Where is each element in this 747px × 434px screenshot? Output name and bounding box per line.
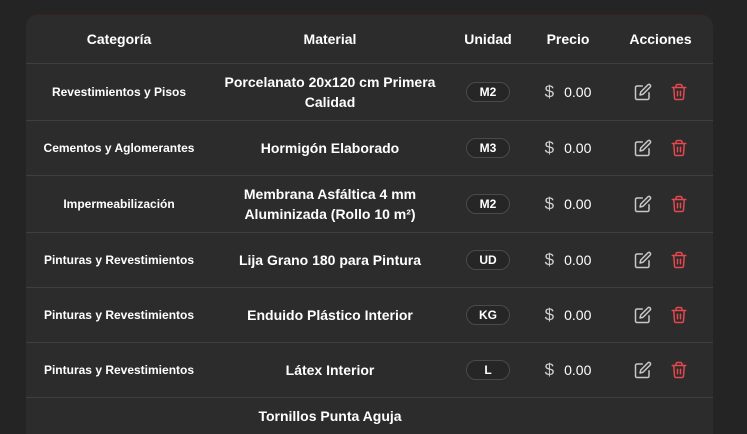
row-material: Látex Interior: [212, 343, 448, 398]
materials-table-card: Categoría Material Unidad Precio Accione…: [26, 14, 713, 434]
row-material: Hormigón Elaborado: [212, 121, 448, 176]
table-row: Revestimientos y Pisos Porcelanato 20x12…: [26, 64, 713, 121]
currency-symbol: $: [545, 194, 554, 213]
unit-badge: KG: [466, 305, 510, 325]
currency-symbol: $: [545, 138, 554, 157]
row-price: 0.00: [564, 84, 591, 100]
row-price: 0.00: [564, 140, 591, 156]
trash-icon[interactable]: [670, 83, 688, 101]
trash-icon[interactable]: [670, 139, 688, 157]
unit-badge: M2: [466, 82, 510, 102]
row-category: [26, 398, 212, 434]
row-category: Cementos y Aglomerantes: [26, 121, 212, 176]
header-price: Precio: [528, 14, 608, 64]
row-material: Enduido Plástico Interior: [212, 288, 448, 343]
row-category: Pinturas y Revestimientos: [26, 233, 212, 288]
header-category: Categoría: [26, 14, 212, 64]
row-category: Pinturas y Revestimientos: [26, 288, 212, 343]
trash-icon[interactable]: [670, 361, 688, 379]
currency-symbol: $: [545, 360, 554, 379]
edit-icon[interactable]: [634, 251, 652, 269]
row-category: Revestimientos y Pisos: [26, 64, 212, 121]
currency-symbol: $: [545, 82, 554, 101]
currency-symbol: $: [545, 250, 554, 269]
table-row: Pinturas y Revestimientos Lija Grano 180…: [26, 233, 713, 288]
row-category: Impermeabilización: [26, 176, 212, 233]
trash-icon[interactable]: [670, 306, 688, 324]
row-price: 0.00: [564, 196, 591, 212]
edit-icon[interactable]: [634, 139, 652, 157]
row-price: 0.00: [564, 362, 591, 378]
edit-icon[interactable]: [634, 195, 652, 213]
row-material: Membrana Asfáltica 4 mm Aluminizada (Rol…: [212, 176, 448, 233]
header-actions: Acciones: [608, 14, 713, 64]
materials-table: Categoría Material Unidad Precio Accione…: [26, 14, 713, 434]
table-header-row: Categoría Material Unidad Precio Accione…: [26, 14, 713, 64]
table-row: Impermeabilización Membrana Asfáltica 4 …: [26, 176, 713, 233]
row-material: Lija Grano 180 para Pintura: [212, 233, 448, 288]
trash-icon[interactable]: [670, 195, 688, 213]
table-row: Pinturas y Revestimientos Enduido Plásti…: [26, 288, 713, 343]
edit-icon[interactable]: [634, 83, 652, 101]
unit-badge: M2: [466, 194, 510, 214]
currency-symbol: $: [545, 305, 554, 324]
unit-badge: UD: [466, 250, 510, 270]
header-material: Material: [212, 14, 448, 64]
unit-badge: L: [466, 360, 510, 380]
table-row: Pinturas y Revestimientos Látex Interior…: [26, 343, 713, 398]
row-price: 0.00: [564, 307, 591, 323]
edit-icon[interactable]: [634, 306, 652, 324]
trash-icon[interactable]: [670, 251, 688, 269]
row-price: 0.00: [564, 252, 591, 268]
table-row: Tornillos Punta Aguja: [26, 398, 713, 434]
row-material: Porcelanato 20x120 cm Primera Calidad: [212, 64, 448, 121]
header-unit: Unidad: [448, 14, 528, 64]
unit-badge: M3: [466, 138, 510, 158]
row-category: Pinturas y Revestimientos: [26, 343, 212, 398]
table-body: Revestimientos y Pisos Porcelanato 20x12…: [26, 64, 713, 434]
row-material: Tornillos Punta Aguja: [212, 398, 448, 434]
edit-icon[interactable]: [634, 361, 652, 379]
table-row: Cementos y Aglomerantes Hormigón Elabora…: [26, 121, 713, 176]
